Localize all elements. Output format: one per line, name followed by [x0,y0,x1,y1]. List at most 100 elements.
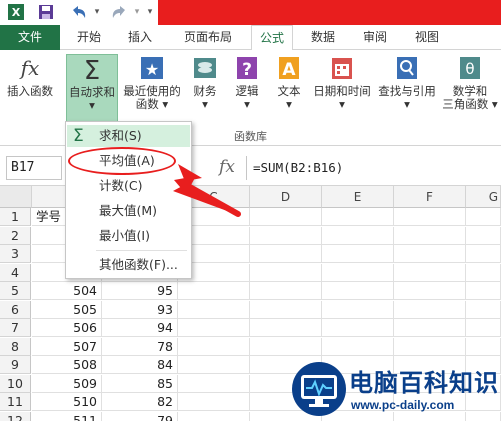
cell-a[interactable]: 508 [32,356,102,374]
cell-empty[interactable] [394,245,466,263]
cell-empty[interactable] [250,337,322,356]
cell-empty[interactable] [178,337,250,356]
tab-formulas[interactable]: 公式 [251,25,293,51]
cell-empty[interactable] [466,319,501,337]
cell-a[interactable]: 507 [32,337,102,356]
cell-empty[interactable] [466,226,501,245]
tab-page-layout[interactable]: 页面布局 [172,25,244,50]
insert-function-fx-icon[interactable]: fx [212,157,242,179]
cell-b[interactable]: 85 [102,374,178,393]
cell-empty[interactable] [466,337,501,356]
row-header[interactable]: 3 [0,245,31,263]
row-header[interactable]: 1 [0,208,31,226]
redo-dropdown-icon[interactable]: ▾ [132,3,142,21]
text-button[interactable]: A 文本 ▾ [272,54,306,122]
cell-empty[interactable] [250,282,322,300]
cell-empty[interactable] [394,208,466,226]
cell-empty[interactable] [250,263,322,282]
tab-home[interactable]: 开始 [68,25,110,50]
cell-empty[interactable] [178,374,250,393]
cell-b[interactable]: 84 [102,356,178,374]
row-header[interactable]: 4 [0,263,31,282]
undo-dropdown-icon[interactable]: ▾ [92,3,102,21]
tab-view[interactable]: 视图 [406,25,448,50]
tab-insert[interactable]: 插入 [118,25,162,50]
cell-empty[interactable] [394,263,466,282]
cell-empty[interactable] [250,319,322,337]
cell-empty[interactable] [322,226,394,245]
cell-b[interactable]: 95 [102,282,178,300]
cell-empty[interactable] [394,282,466,300]
column-header-e[interactable]: E [322,186,394,208]
math-trig-button[interactable]: θ 数学和 三角函数 ▾ [440,54,500,122]
cell-b[interactable]: 93 [102,300,178,319]
cell-empty[interactable] [178,319,250,337]
cell-empty[interactable] [322,319,394,337]
column-header-g[interactable]: G [466,186,501,208]
cell-empty[interactable] [466,300,501,319]
cell-a[interactable]: 504 [32,282,102,300]
row-header[interactable]: 12 [0,411,31,421]
lookup-reference-button[interactable]: 查找与引用 ▾ [376,54,438,122]
menu-item-min[interactable]: 最小值(I) [67,225,190,247]
cell-empty[interactable] [322,245,394,263]
cell-b[interactable]: 78 [102,337,178,356]
row-header[interactable]: 6 [0,300,31,319]
row-header[interactable]: 2 [0,226,31,245]
save-icon[interactable] [36,3,56,21]
cell-a[interactable]: 510 [32,393,102,411]
column-header-f[interactable]: F [394,186,466,208]
date-time-button[interactable]: 日期和时间 ▾ [310,54,374,122]
formula-input[interactable]: =SUM(B2:B16) [246,156,501,180]
menu-item-sum[interactable]: Σ 求和(S) [67,125,190,147]
cell-empty[interactable] [322,263,394,282]
cell-empty[interactable] [250,226,322,245]
menu-item-count[interactable]: 计数(C) [67,175,190,197]
column-header-d[interactable]: D [250,186,322,208]
name-box[interactable]: B17 [6,156,62,180]
menu-item-more-functions[interactable]: 其他函数(F)... [67,254,190,276]
select-all-corner[interactable] [0,186,32,208]
cell-empty[interactable] [178,300,250,319]
cell-a[interactable]: 509 [32,374,102,393]
cell-empty[interactable] [178,411,250,421]
cell-empty[interactable] [466,263,501,282]
cell-empty[interactable] [394,337,466,356]
cell-empty[interactable] [178,393,250,411]
row-header[interactable]: 9 [0,356,31,374]
cell-empty[interactable] [394,319,466,337]
cell-empty[interactable] [322,208,394,226]
cell-empty[interactable] [322,282,394,300]
cell-b[interactable]: 94 [102,319,178,337]
cell-empty[interactable] [250,208,322,226]
cell-empty[interactable] [178,282,250,300]
cell-empty[interactable] [394,300,466,319]
cell-a[interactable]: 505 [32,300,102,319]
redo-icon[interactable] [108,3,130,21]
cell-empty[interactable] [250,300,322,319]
cell-b[interactable]: 79 [102,411,178,421]
row-header[interactable]: 11 [0,393,31,411]
insert-function-button[interactable]: fx 插入函数 [2,54,58,122]
cell-empty[interactable] [466,245,501,263]
financial-button[interactable]: 财务 ▾ [188,54,222,122]
tab-data[interactable]: 数据 [302,25,344,50]
cell-a[interactable]: 506 [32,319,102,337]
recent-functions-button[interactable]: ★ 最近使用的 函数 ▾ [120,54,184,122]
logical-button[interactable]: ? 逻辑 ▾ [230,54,264,122]
cell-empty[interactable] [466,208,501,226]
cell-empty[interactable] [394,226,466,245]
cell-a[interactable]: 511 [32,411,102,421]
undo-icon[interactable] [68,3,90,21]
row-header[interactable]: 10 [0,374,31,393]
row-header[interactable]: 8 [0,337,31,356]
cell-empty[interactable] [322,337,394,356]
row-header[interactable]: 5 [0,282,31,300]
cell-empty[interactable] [250,245,322,263]
cell-empty[interactable] [178,356,250,374]
menu-item-max[interactable]: 最大值(M) [67,200,190,222]
row-header[interactable]: 7 [0,319,31,337]
tab-file[interactable]: 文件 [0,25,60,50]
cell-empty[interactable] [466,282,501,300]
tab-review[interactable]: 审阅 [354,25,396,50]
